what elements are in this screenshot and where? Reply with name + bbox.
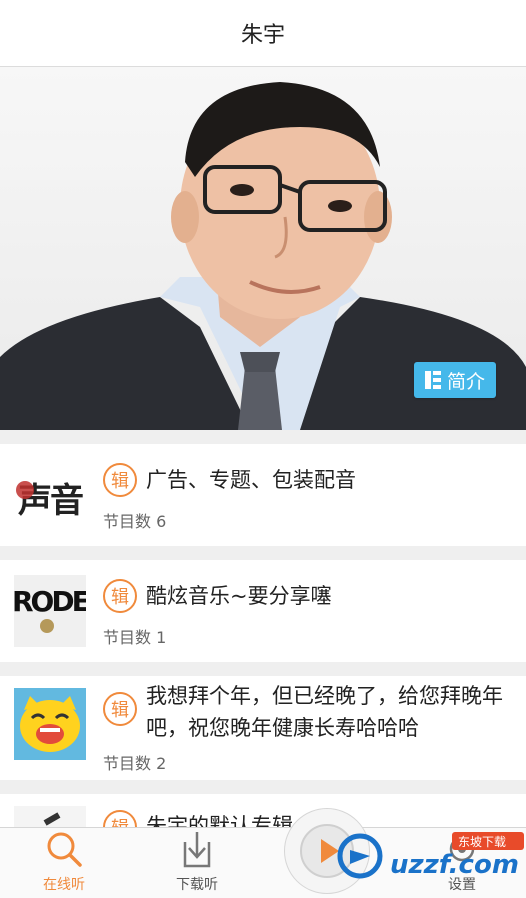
page-title: 朱宇 [240,23,285,48]
search-icon [47,832,82,867]
album-count: 节目数 6 [103,512,167,531]
tab-online[interactable]: 在线听 [4,828,124,898]
intro-button[interactable]: 简介 [414,362,496,398]
cover-text: RODE [14,585,86,618]
intro-label: 简介 [446,370,485,393]
download-icon [183,832,211,868]
album-cover: RODE [14,575,86,647]
cover-dot [16,481,34,499]
watermark-logo: uzzf.com 东坡下载 [330,830,526,880]
watermark-tag: 东坡下载 [458,835,507,849]
album-badge: 辑 [103,692,137,726]
album-count: 节目数 1 [103,628,167,647]
album-list: 声音 辑 广告、专题、包装配音 节目数 6 RODE 辑 酷炫音乐~要分享噻 节… [0,444,526,888]
album-count: 节目数 2 [103,754,167,773]
header-bar: 朱宇 [0,0,526,67]
album-cover: 声音 [14,459,86,531]
cover-dot [40,619,54,633]
album-badge: 辑 [103,579,137,613]
album-title: 我想拜个年，但已经晚了，给您拜晚年吧，祝您晚年健康长寿哈哈哈 [146,684,503,740]
tab-label: 在线听 [43,877,85,893]
album-row[interactable]: 辑 我想拜个年，但已经晚了，给您拜晚年吧，祝您晚年健康长寿哈哈哈 节目数 2 [0,676,526,780]
album-badge: 辑 [103,463,137,497]
watermark-text: uzzf.com [390,850,519,880]
album-title: 广告、专题、包装配音 [146,468,356,492]
cover-shape [43,812,61,826]
album-row[interactable]: RODE 辑 酷炫音乐~要分享噻 节目数 1 [0,560,526,662]
profile-photo: 简介 [0,67,526,430]
tab-download[interactable]: 下载听 [137,828,257,898]
document-icon [424,371,441,389]
tab-label: 下载听 [176,877,218,893]
cat-emoji-icon [14,688,86,760]
album-row[interactable]: 声音 辑 广告、专题、包装配音 节目数 6 [0,444,526,546]
album-cover [14,688,86,760]
album-title: 酷炫音乐~要分享噻 [146,584,332,608]
